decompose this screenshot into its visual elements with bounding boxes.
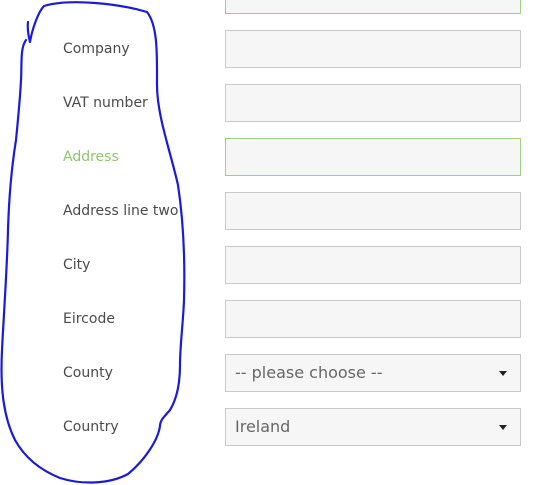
vat-number-label: VAT number: [63, 95, 148, 111]
field-row-eircode: Eircode: [0, 300, 548, 338]
address-label: Address: [63, 149, 119, 165]
county-selected-value: -- please choose --: [235, 363, 383, 382]
county-label: County: [63, 365, 113, 381]
city-label: City: [63, 257, 91, 273]
eircode-label: Eircode: [63, 311, 115, 327]
field-row-company: Company: [0, 30, 548, 68]
company-input[interactable]: [225, 30, 521, 68]
billing-address-form: Company VAT number Address Address line …: [0, 0, 548, 485]
address-line-two-input[interactable]: [225, 192, 521, 230]
previous-field-input[interactable]: [225, 0, 521, 14]
field-row-address: Address: [0, 138, 548, 176]
chevron-down-icon: [499, 371, 507, 376]
chevron-down-icon: [499, 425, 507, 430]
eircode-input[interactable]: [225, 300, 521, 338]
field-row-country: Country Ireland: [0, 408, 548, 446]
county-select[interactable]: -- please choose --: [225, 354, 521, 392]
field-row-vat-number: VAT number: [0, 84, 548, 122]
vat-number-input[interactable]: [225, 84, 521, 122]
country-selected-value: Ireland: [235, 417, 291, 436]
country-label: Country: [63, 419, 119, 435]
field-row-address-line-two: Address line two: [0, 192, 548, 230]
address-line-two-label: Address line two: [63, 203, 179, 219]
field-row-county: County -- please choose --: [0, 354, 548, 392]
city-input[interactable]: [225, 246, 521, 284]
country-select[interactable]: Ireland: [225, 408, 521, 446]
field-row-city: City: [0, 246, 548, 284]
address-input[interactable]: [225, 138, 521, 176]
company-label: Company: [63, 41, 130, 57]
